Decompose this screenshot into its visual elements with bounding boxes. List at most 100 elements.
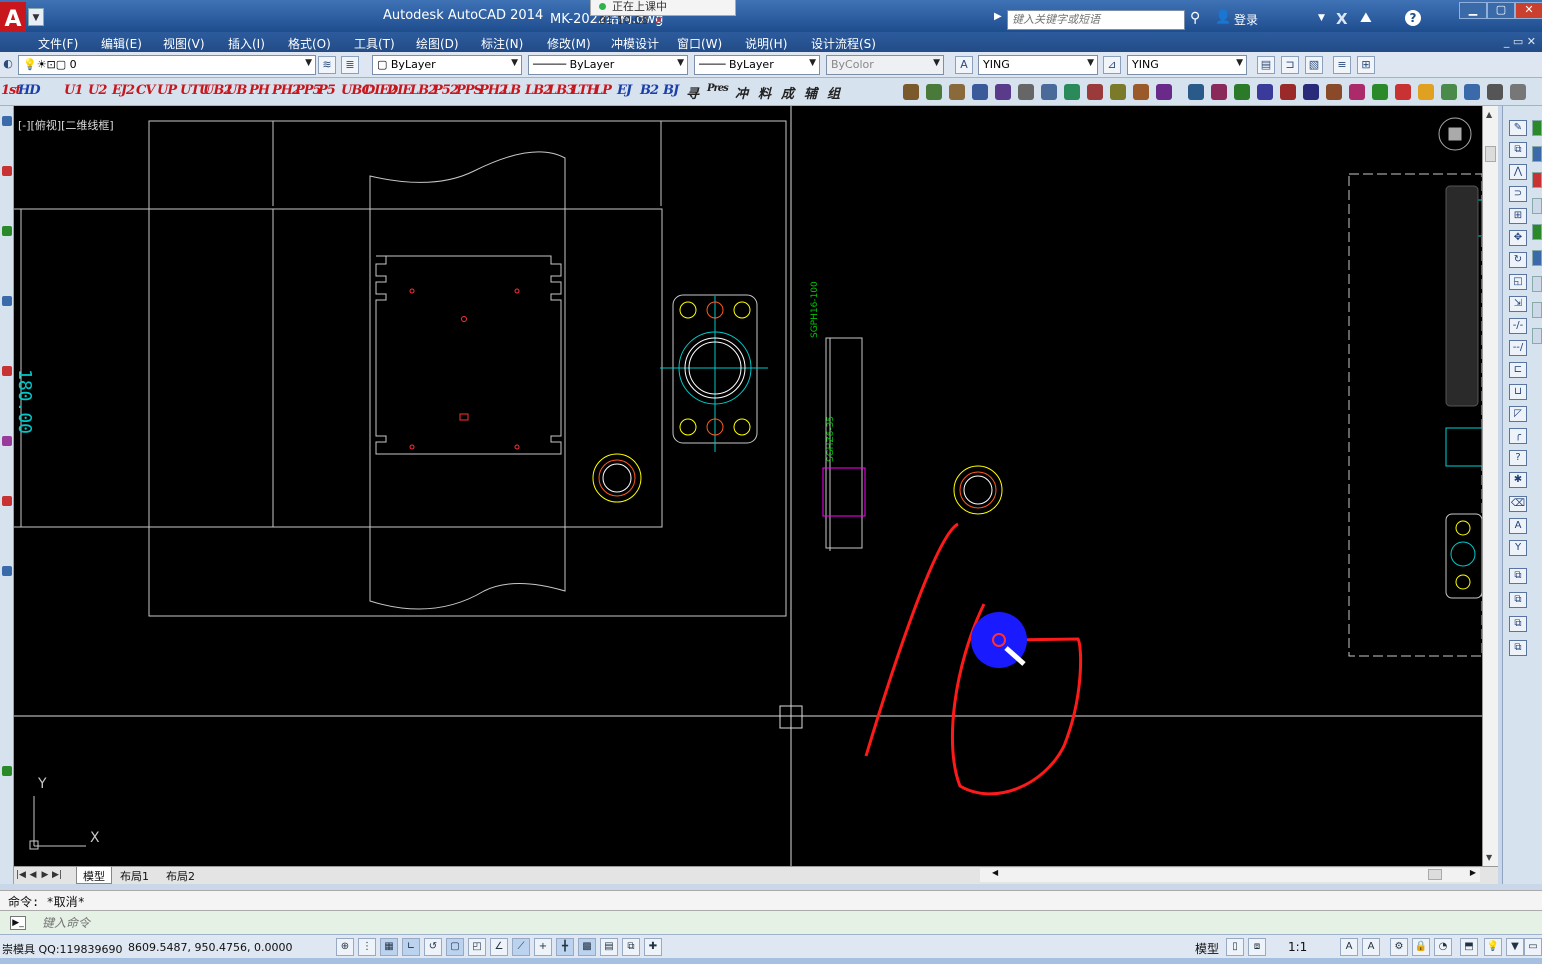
layer-iso-icon[interactable]: ⊞	[1357, 56, 1375, 74]
tool-icon-9[interactable]	[1087, 84, 1103, 100]
annotation-scale[interactable]: 1:1	[1288, 940, 1307, 954]
right-extra-icon-8[interactable]	[1532, 302, 1542, 318]
minimize-button[interactable]: ▁	[1459, 2, 1487, 19]
horizontal-scrollbar[interactable]: ◀ ▶	[980, 868, 1480, 882]
quick-access-dropdown-icon[interactable]: ▼	[28, 8, 44, 26]
tab-layout2[interactable]: 布局2	[160, 867, 201, 884]
inquiry-icon[interactable]: ?	[1509, 450, 1527, 466]
menu-view[interactable]: 视图(V)	[163, 35, 205, 52]
right-extra-icon-6[interactable]	[1532, 250, 1542, 266]
tool-icon-23[interactable]	[1418, 84, 1434, 100]
snap-mode-icon[interactable]: ⋮	[358, 938, 376, 956]
tool-ph[interactable]: PH	[249, 83, 270, 98]
tool-icon-18[interactable]	[1303, 84, 1319, 100]
scroll-left-icon[interactable]: ◀	[992, 868, 998, 877]
left-tool-icon-3[interactable]	[2, 226, 12, 236]
tool-icon-6[interactable]	[1018, 84, 1034, 100]
workspace-switch-icon[interactable]: ⚙	[1390, 938, 1408, 956]
menu-format[interactable]: 格式(O)	[288, 35, 331, 52]
color-dropdown[interactable]: ▢ ByLayer ▼	[372, 55, 522, 75]
command-prompt-icon[interactable]: ▶_	[10, 916, 26, 930]
tool-icon-26[interactable]	[1487, 84, 1503, 100]
tool-ub[interactable]: UB	[226, 83, 247, 98]
eraser-icon[interactable]: ⌫	[1509, 496, 1527, 512]
exchange-apps-icon[interactable]: X	[1336, 10, 1348, 28]
first-tab-icon[interactable]: |◀	[16, 868, 26, 882]
left-tool-icon-6[interactable]	[2, 436, 12, 446]
menu-file[interactable]: 文件(F)	[38, 35, 78, 52]
annotation-visibility-icon[interactable]: A	[1340, 938, 1358, 956]
copy-icon[interactable]: ⧉	[1509, 142, 1527, 158]
offset-icon[interactable]: ⊃	[1509, 186, 1527, 202]
scroll-down-icon[interactable]: ▼	[1486, 853, 1492, 862]
dynamic-input-icon[interactable]: +	[534, 938, 552, 956]
tool-icon-10[interactable]	[1110, 84, 1126, 100]
left-tool-icon-9[interactable]	[2, 766, 12, 776]
tool-u2[interactable]: U2	[88, 83, 107, 98]
left-tool-icon-2[interactable]	[2, 166, 12, 176]
viewcube-icon[interactable]	[1438, 117, 1472, 151]
plotstyle-dropdown[interactable]: ByColor ▼	[826, 55, 944, 75]
left-tool-icon-7[interactable]	[2, 496, 12, 506]
tool-icon-14[interactable]	[1211, 84, 1227, 100]
menu-dimension[interactable]: 标注(N)	[481, 35, 523, 52]
table-style-icon[interactable]: ▤	[1257, 56, 1275, 74]
draworder-icon-1[interactable]: ⧉	[1509, 568, 1527, 584]
extend-icon[interactable]: --/	[1509, 340, 1527, 356]
multileader-style-icon[interactable]: ⊐	[1281, 56, 1299, 74]
last-tab-icon[interactable]: ▶|	[52, 868, 62, 882]
text-style-dropdown[interactable]: YING ▼	[978, 55, 1098, 75]
hardware-accel-icon[interactable]: ◔	[1434, 938, 1452, 956]
scroll-up-icon[interactable]: ▲	[1486, 110, 1492, 119]
text-edit-icon[interactable]: A	[1509, 518, 1527, 534]
left-tool-icon-4[interactable]	[2, 296, 12, 306]
tool-lb[interactable]: LB	[502, 83, 521, 98]
search-input[interactable]	[1007, 10, 1185, 30]
tool-icon-5[interactable]	[995, 84, 1011, 100]
menu-modify[interactable]: 修改(M)	[547, 35, 591, 52]
tool-liao[interactable]: 料	[758, 83, 771, 102]
polar-tracking-icon[interactable]: ↺	[424, 938, 442, 956]
layer-dropdown[interactable]: 💡☀⊡▢ 0 ▼	[18, 55, 316, 75]
selection-cycling-icon[interactable]: ⧉	[622, 938, 640, 956]
tool-icon-8[interactable]	[1064, 84, 1080, 100]
lineweight-icon[interactable]: ╋	[556, 938, 574, 956]
right-extra-icon-9[interactable]	[1532, 328, 1542, 344]
quick-properties-icon[interactable]: ▤	[600, 938, 618, 956]
tool-icon-1[interactable]	[903, 84, 919, 100]
tool-icon-24[interactable]	[1441, 84, 1457, 100]
tool-zu[interactable]: 组	[827, 83, 840, 102]
a360-icon[interactable]: ⛰	[1360, 10, 1372, 26]
tool-p5[interactable]: P5	[318, 83, 336, 98]
lightbulb-icon[interactable]: 💡	[1484, 938, 1502, 956]
filter-icon[interactable]: Y	[1509, 540, 1527, 556]
navigation-bar[interactable]	[1445, 185, 1479, 407]
tool-icon-4[interactable]	[972, 84, 988, 100]
tool-icon-21[interactable]	[1372, 84, 1388, 100]
grid-display-icon[interactable]: ▦	[380, 938, 398, 956]
left-tool-icon-1[interactable]	[2, 116, 12, 126]
login-link[interactable]: 登录	[1234, 11, 1258, 28]
help-icon[interactable]: ?	[1405, 10, 1421, 26]
tool-icon-3[interactable]	[949, 84, 965, 100]
auto-scale-icon[interactable]: A	[1362, 938, 1380, 956]
menu-edit[interactable]: 编辑(E)	[101, 35, 142, 52]
tool-icon-19[interactable]	[1326, 84, 1342, 100]
lock-ui-icon[interactable]: 🔒	[1412, 938, 1430, 956]
user-icon[interactable]: 👤	[1215, 10, 1231, 25]
drawing-canvas[interactable]: [-][俯视][二维线框] 180.00 SGPH16-100 SGHZ6-35…	[14, 106, 1483, 866]
draworder-icon-4[interactable]: ⧉	[1509, 640, 1527, 656]
scroll-right-icon[interactable]: ▶	[1470, 868, 1476, 877]
3d-osnap-icon[interactable]: ◰	[468, 938, 486, 956]
tool-pp5[interactable]: PP5	[295, 83, 322, 98]
scroll-thumb[interactable]	[1485, 146, 1496, 162]
infer-constraints-icon[interactable]: ⊕	[336, 938, 354, 956]
close-recording-icon[interactable]: ✕	[654, 14, 663, 27]
tool-ej2[interactable]: EJ2	[112, 83, 135, 98]
tool-icon-13[interactable]	[1188, 84, 1204, 100]
draworder-icon-2[interactable]: ⧉	[1509, 592, 1527, 608]
right-extra-icon-4[interactable]	[1532, 198, 1542, 214]
join-icon[interactable]: ⊔	[1509, 384, 1527, 400]
erase-icon[interactable]: ✎	[1509, 120, 1527, 136]
tool-icon-15[interactable]	[1234, 84, 1250, 100]
